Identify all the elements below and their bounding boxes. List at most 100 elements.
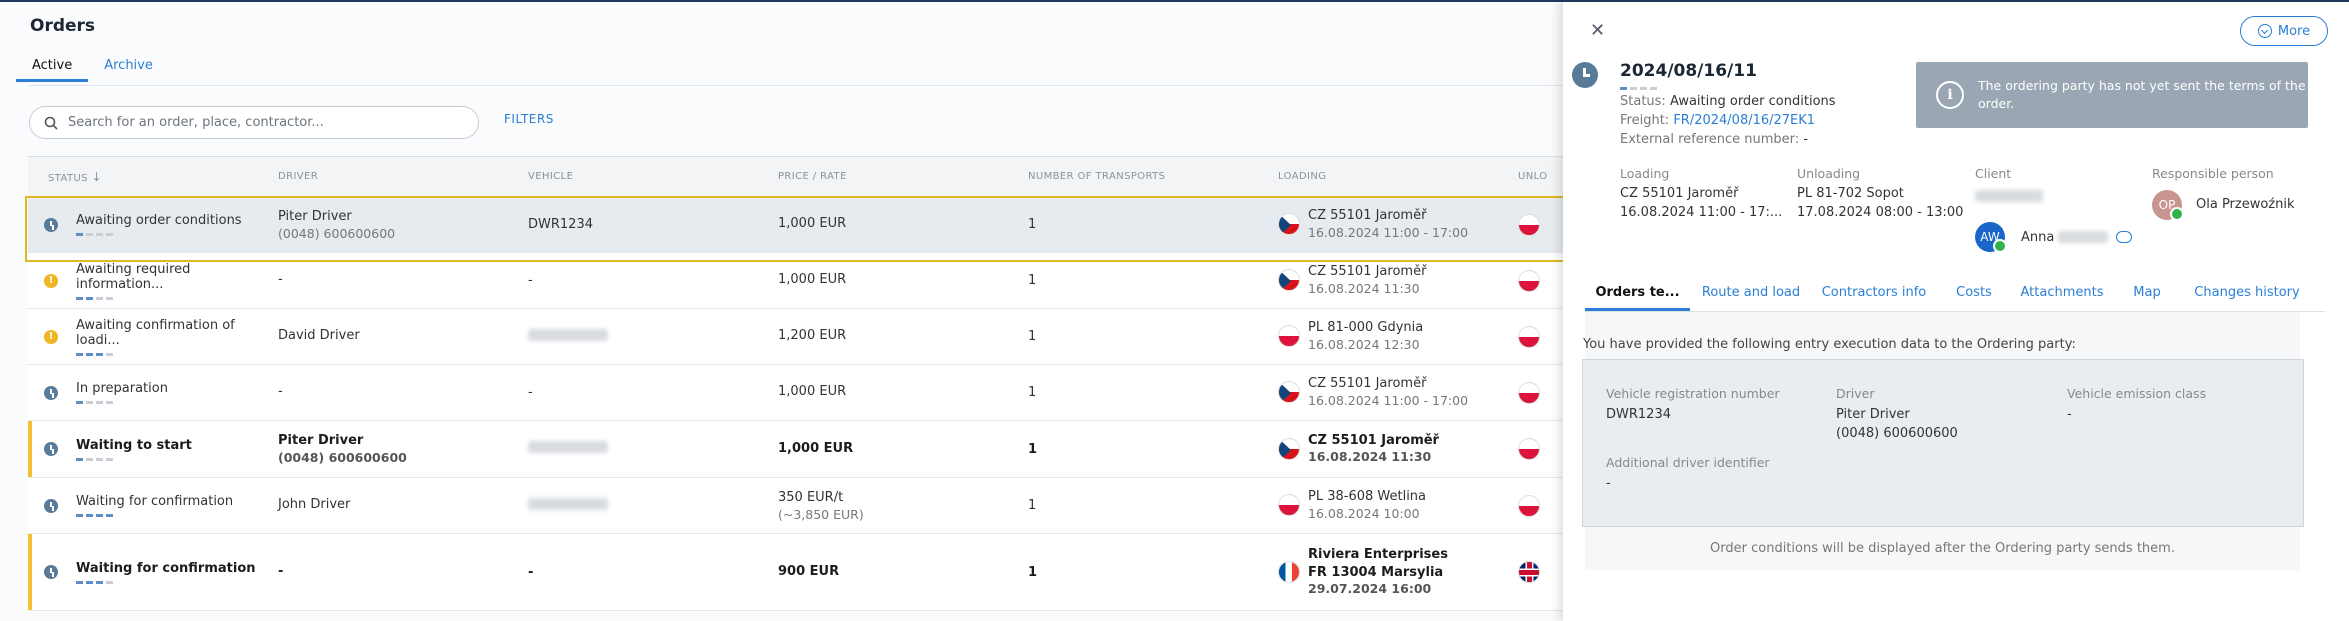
status-progress xyxy=(76,296,278,300)
driver-name: David Driver xyxy=(278,328,360,343)
flag-icon xyxy=(1518,269,1540,292)
warning-icon: ! xyxy=(44,273,58,288)
loading-place: CZ 55101 Jaroměř xyxy=(1308,376,1427,392)
tab-route-and-load[interactable]: Route and load xyxy=(1690,282,1812,311)
status-text: Waiting for confirmation xyxy=(76,494,234,509)
conditions-footnote: Order conditions will be displayed after… xyxy=(1710,541,2175,556)
tab-contractors-info[interactable]: Contractors info xyxy=(1812,282,1936,311)
order-freight: Freight: FR/2024/08/16/27EK1 xyxy=(1620,113,1816,128)
client-contact-name: Anna xyxy=(2021,230,2055,245)
flag-icon xyxy=(1278,561,1300,583)
tab-costs[interactable]: Costs xyxy=(1936,282,2012,311)
unloading-label: Unloading xyxy=(1797,166,1861,181)
status-text: Waiting for confirmation xyxy=(76,560,256,576)
price-sub: (~3,850 EUR) xyxy=(778,506,864,522)
emission-class-label: Vehicle emission class xyxy=(2067,386,2207,401)
table-row[interactable]: ! Awaiting confirmation of loadi... David … xyxy=(28,309,1565,365)
search-box[interactable] xyxy=(29,106,479,139)
flag-icon xyxy=(1518,213,1540,236)
freight-link[interactable]: FR/2024/08/16/27EK1 xyxy=(1673,113,1815,128)
loading-place: CZ 55101 Jaroměř xyxy=(1308,432,1439,448)
tab-changes-history[interactable]: Changes history xyxy=(2182,282,2312,311)
status-text: Awaiting confirmation of loadi... xyxy=(76,317,235,348)
status-text: Awaiting required information... xyxy=(76,261,191,292)
tab-active[interactable]: Active xyxy=(16,56,89,82)
table-header: STATUS ↓ DRIVER VEHICLE PRICE / RATE NUM… xyxy=(28,157,1565,197)
loading-place: CZ 55101 Jaroměř xyxy=(1308,208,1427,224)
status-progress xyxy=(76,457,278,461)
table-row[interactable]: Waiting for confirmation - - 900 EUR 1 Rivier… xyxy=(28,534,1565,611)
client-contact-surname-redacted xyxy=(2058,231,2108,243)
loading-date: 16.08.2024 11:00 - 17:00 xyxy=(1308,392,1469,408)
unloading-date: 17.08.2024 08:00 - 13:00 xyxy=(1797,205,1964,220)
driver-label: Driver xyxy=(1836,386,1875,401)
status-progress xyxy=(76,352,278,356)
flag-icon xyxy=(1278,325,1300,348)
orders-table: STATUS ↓ DRIVER VEHICLE PRICE / RATE NUM… xyxy=(28,156,1565,611)
loading-label: Loading xyxy=(1620,166,1670,181)
loading-date: 16.08.2024 11:00 - 17:... xyxy=(1620,205,1783,220)
driver-phone: (0048) 600600600 xyxy=(1836,426,1958,441)
status-text: Awaiting order conditions xyxy=(76,213,242,228)
info-message: The ordering party has not yet sent the … xyxy=(1978,77,2306,111)
chat-icon[interactable] xyxy=(2116,231,2132,243)
loading-date: 16.08.2024 11:30 xyxy=(1308,449,1432,465)
table-row[interactable]: In preparation - - 1,000 EUR 1 CZ 55101 Jarom… xyxy=(28,365,1565,421)
flag-icon xyxy=(1518,494,1540,517)
avatar[interactable]: AW xyxy=(1975,222,2007,253)
order-progress xyxy=(1620,87,1657,90)
chevron-down-icon xyxy=(2257,24,2272,38)
vehicle-redacted xyxy=(528,497,608,510)
responsible-name: Ola Przewoźnik xyxy=(2196,197,2295,212)
column-header-unloading: UNLO xyxy=(1518,171,1548,182)
client-name-redacted xyxy=(1975,190,2043,202)
clock-icon xyxy=(44,565,58,579)
table-row[interactable]: ! Awaiting required information... - - 1,000… xyxy=(28,253,1565,309)
price-cell: 1,000 EUR xyxy=(778,272,847,287)
loading-place: PL 38-608 Wetlina xyxy=(1308,489,1427,505)
loading-place: PL 81-000 Gdynia xyxy=(1308,320,1424,336)
emission-class-value: - xyxy=(2067,407,2072,422)
sort-arrow-icon: ↓ xyxy=(91,169,102,184)
driver-name: Piter Driver xyxy=(278,208,352,224)
vehicle-cell: - xyxy=(528,564,534,580)
flag-icon xyxy=(1518,438,1540,460)
orders-main: Orders Active Archive FILTERS STATUS ↓ D… xyxy=(0,0,1565,621)
driver-name: - xyxy=(278,384,283,399)
price-cell: 1,000 EUR xyxy=(778,440,854,456)
column-header-status[interactable]: STATUS ↓ xyxy=(28,170,278,184)
detail-tabs: Orders te... Route and load Contractors … xyxy=(1585,282,2325,312)
tab-archive[interactable]: Archive xyxy=(102,56,155,82)
status-progress xyxy=(76,514,278,517)
warning-icon: ! xyxy=(44,329,58,344)
status-text: In preparation xyxy=(76,381,168,396)
loading-date: 16.08.2024 12:30 xyxy=(1308,336,1420,352)
flag-icon xyxy=(1278,437,1300,460)
filters-button[interactable]: FILTERS xyxy=(504,112,554,126)
table-row[interactable]: Awaiting order conditions Piter Driver (00… xyxy=(28,197,1565,253)
transports-cell: 1 xyxy=(1028,441,1038,457)
order-status: Status: Awaiting order conditions xyxy=(1620,94,1836,109)
driver-name: Piter Driver xyxy=(278,433,364,448)
avatar[interactable]: OP xyxy=(2152,190,2184,221)
table-row[interactable]: Waiting to start Piter Driver (0048) 60060… xyxy=(28,421,1565,478)
column-header-vehicle: VEHICLE xyxy=(528,171,574,182)
more-button[interactable]: More xyxy=(2240,16,2328,46)
column-header-price: PRICE / RATE xyxy=(778,171,847,182)
tab-map[interactable]: Map xyxy=(2112,282,2182,311)
loading-date: 16.08.2024 11:00 - 17:00 xyxy=(1308,224,1469,240)
clock-icon xyxy=(44,442,58,456)
tab-attachments[interactable]: Attachments xyxy=(2012,282,2112,311)
info-icon: i xyxy=(1936,81,1964,109)
flag-icon xyxy=(1278,381,1300,404)
status-progress xyxy=(76,401,278,404)
search-input[interactable] xyxy=(68,115,448,130)
close-icon[interactable]: ✕ xyxy=(1590,20,1605,41)
transports-cell: 1 xyxy=(1028,217,1037,232)
order-number: 2024/08/16/11 xyxy=(1620,61,1757,81)
table-row[interactable]: Waiting for confirmation John Driver 350 E… xyxy=(28,478,1565,534)
tab-orders-terms[interactable]: Orders te... xyxy=(1585,282,1690,311)
driver-name: Piter Driver xyxy=(1836,407,1910,422)
status-progress xyxy=(76,580,278,584)
orders-tabs: Active Archive xyxy=(16,56,181,82)
